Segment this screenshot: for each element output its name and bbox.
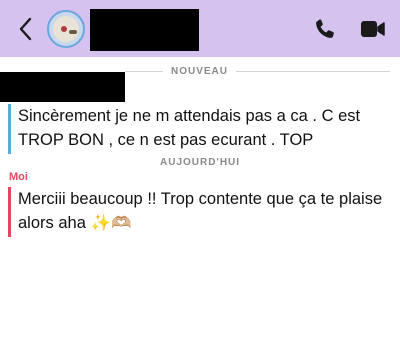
call-button[interactable] xyxy=(313,17,337,41)
separator-line xyxy=(236,70,390,72)
sender-name-me: Moi xyxy=(9,171,28,183)
message-received: Sincèrement je ne m attendais pas a ca .… xyxy=(8,104,392,154)
separator-new: NOUVEAU xyxy=(125,64,390,78)
chat-header xyxy=(0,0,400,57)
phone-icon xyxy=(316,19,334,38)
chevron-left-icon xyxy=(19,17,32,41)
separator-line xyxy=(125,70,163,72)
message-text: Sincèrement je ne m attendais pas a ca .… xyxy=(18,107,361,149)
avatar[interactable] xyxy=(47,10,85,48)
video-camera-icon xyxy=(361,21,385,37)
separator-spacer xyxy=(0,162,152,163)
message-accent-bar xyxy=(8,187,11,237)
separator-new-label: NOUVEAU xyxy=(171,65,229,77)
video-call-button[interactable] xyxy=(360,17,386,41)
message-accent-bar xyxy=(8,104,11,154)
separator-today: AUJOURD'HUI xyxy=(0,155,400,169)
message-sent: Merciii beaucoup !! Trop contente que ça… xyxy=(8,187,392,237)
redacted-sender-name xyxy=(0,72,125,102)
separator-today-label: AUJOURD'HUI xyxy=(160,156,241,168)
redacted-contact-name xyxy=(90,9,199,51)
message-text: Merciii beaucoup !! Trop contente que ça… xyxy=(18,190,383,232)
avatar-image xyxy=(53,16,79,42)
chat-screen: NOUVEAU Sincèrement je ne m attendais pa… xyxy=(0,0,400,364)
back-button[interactable] xyxy=(13,15,37,43)
